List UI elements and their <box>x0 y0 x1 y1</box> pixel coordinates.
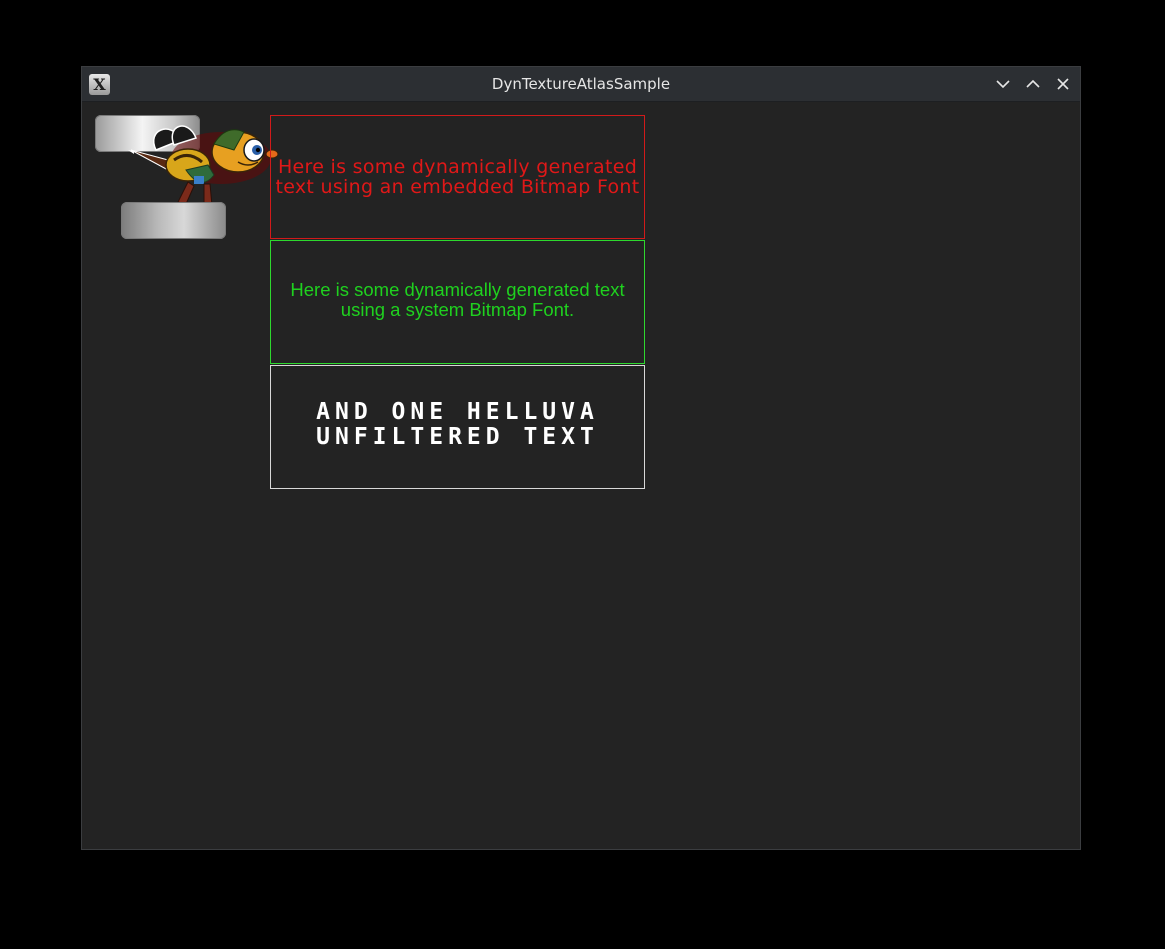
minimize-icon <box>996 80 1010 89</box>
close-icon <box>1057 78 1069 90</box>
maximize-icon <box>1026 79 1040 88</box>
render-canvas: Here is some dynamically generated text … <box>82 102 1080 849</box>
unfiltered-font-textbox: AND ONE HELLUVA UNFILTERED TEXT <box>270 365 645 489</box>
title-bar[interactable]: X DynTextureAtlasSample <box>82 67 1080 102</box>
system-bitmap-font-textbox: Here is some dynamically generated text … <box>270 240 645 364</box>
bee-character-sprite <box>128 125 279 207</box>
button-bar-bottom <box>121 202 226 239</box>
unfiltered-font-text: AND ONE HELLUVA UNFILTERED TEXT <box>316 399 599 450</box>
system-bitmap-font-text: Here is some dynamically generated text … <box>290 279 625 320</box>
window-title: DynTextureAtlasSample <box>491 75 671 93</box>
embedded-bitmap-font-text: Here is some dynamically generated text … <box>275 156 640 198</box>
close-button[interactable] <box>1050 72 1076 96</box>
embedded-bitmap-font-textbox: Here is some dynamically generated text … <box>270 115 645 239</box>
app-window: X DynTextureAtlasSample Here is some dyn… <box>81 66 1081 850</box>
minimize-button[interactable] <box>990 72 1016 96</box>
maximize-button[interactable] <box>1020 72 1046 96</box>
